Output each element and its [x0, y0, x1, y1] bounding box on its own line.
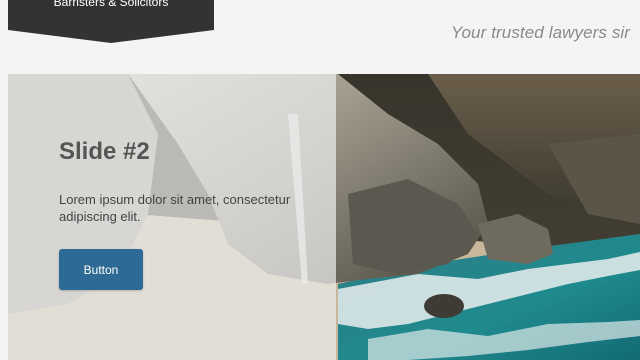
slide-text: Lorem ipsum dolor sit amet, consectetur … [59, 192, 291, 224]
site-header: Barristers & Solicitors Your trusted law… [0, 0, 640, 74]
slide-title: Slide #2 [59, 138, 150, 165]
image-slider: Slide #2 Lorem ipsum dolor sit amet, con… [8, 74, 640, 360]
logo-subtitle: Barristers & Solicitors [53, 0, 169, 9]
site-tagline: Your trusted lawyers sir [451, 23, 631, 42]
slide-cta-button[interactable]: Button [59, 249, 143, 290]
logo-banner[interactable]: Barristers & Solicitors [8, 0, 214, 43]
slide-caption-panel: Slide #2 Lorem ipsum dolor sit amet, con… [8, 74, 336, 360]
